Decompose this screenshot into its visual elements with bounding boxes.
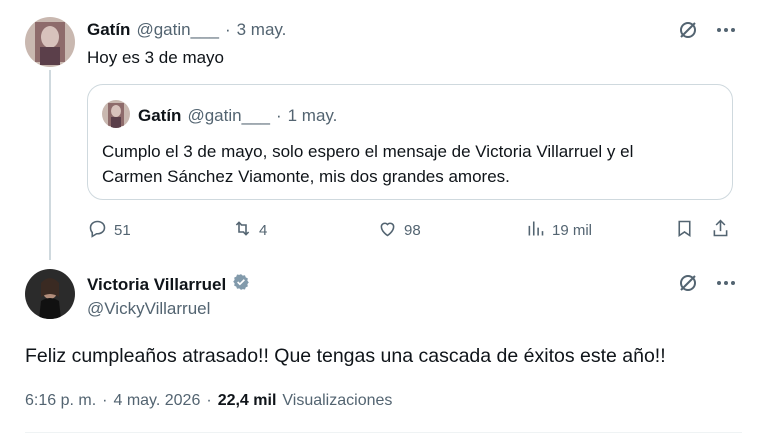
separator-dot: · (275, 106, 282, 125)
author-name[interactable]: Gatín (87, 20, 130, 40)
reply-button[interactable]: 51 (87, 218, 131, 243)
avatar[interactable] (25, 17, 75, 67)
tweet-text: Hoy es 3 de mayo (87, 48, 225, 67)
thread-connector-line (49, 70, 51, 260)
grok-icon[interactable] (678, 20, 698, 40)
quoted-tweet[interactable]: Gatín @gatin___ · 1 may. Cumplo el 3 de … (87, 84, 733, 200)
repost-count: 4 (259, 222, 268, 239)
tweet-meta: 6:16 p. m. · 4 may. 2026 · 22,4 mil Visu… (25, 392, 392, 410)
more-icon[interactable] (716, 280, 736, 286)
tweet-top-actions (678, 273, 736, 293)
tweet-text: Feliz cumpleaños atrasado!! Que tengas u… (25, 345, 666, 367)
author-handle[interactable]: @gatin___ (136, 20, 219, 40)
share-icon (710, 218, 731, 243)
quote-text: Cumplo el 3 de mayo, solo espero el mens… (102, 139, 722, 189)
tweet-time[interactable]: 6:16 p. m. (25, 392, 96, 410)
tweet-actions: 51 4 98 19 mil (87, 218, 733, 242)
views-button[interactable]: 19 mil (525, 218, 592, 243)
tweet-date[interactable]: 4 may. 2026 (113, 392, 200, 410)
author-name-row: Victoria Villarruel (87, 273, 250, 296)
author-handle[interactable]: @VickyVillarruel (87, 299, 210, 319)
more-icon[interactable] (716, 27, 736, 33)
views-icon (525, 218, 546, 243)
bookmark-icon (674, 218, 695, 243)
grok-icon[interactable] (678, 273, 698, 293)
quote-text-line: Cumplo el 3 de mayo, solo espero el mens… (102, 142, 634, 161)
quote-text-line: Carmen Sánchez Viamonte, mis dos grandes… (102, 167, 510, 186)
bookmark-button[interactable] (674, 218, 695, 243)
author-name[interactable]: Victoria Villarruel (87, 275, 226, 295)
avatar[interactable] (25, 269, 75, 319)
separator-dot: · (224, 20, 231, 39)
tweet-top-actions (678, 20, 736, 40)
author-handle: @gatin___ (187, 106, 270, 125)
tweet-header: Gatín @gatin___ · 3 may. (87, 20, 286, 40)
divider (25, 432, 742, 433)
author-name: Gatín (138, 106, 182, 125)
views-label: Visualizaciones (282, 392, 393, 409)
tweet-date[interactable]: 3 may. (237, 20, 287, 40)
avatar (102, 100, 130, 128)
reply-count: 51 (114, 222, 131, 239)
like-icon (377, 218, 398, 243)
separator-dot: · (206, 392, 212, 409)
views-count: 22,4 mil (217, 392, 277, 409)
like-count: 98 (404, 222, 421, 239)
reply-icon (87, 218, 108, 243)
repost-button[interactable]: 4 (232, 218, 267, 243)
tweet-date: 1 may. (287, 106, 338, 125)
verified-badge-icon (232, 273, 250, 296)
views-count: 19 mil (552, 222, 593, 239)
like-button[interactable]: 98 (377, 218, 421, 243)
separator-dot: · (102, 392, 108, 409)
quote-header: Gatín @gatin___ · 1 may. (138, 106, 337, 126)
share-button[interactable] (710, 218, 731, 243)
repost-icon (232, 218, 253, 243)
